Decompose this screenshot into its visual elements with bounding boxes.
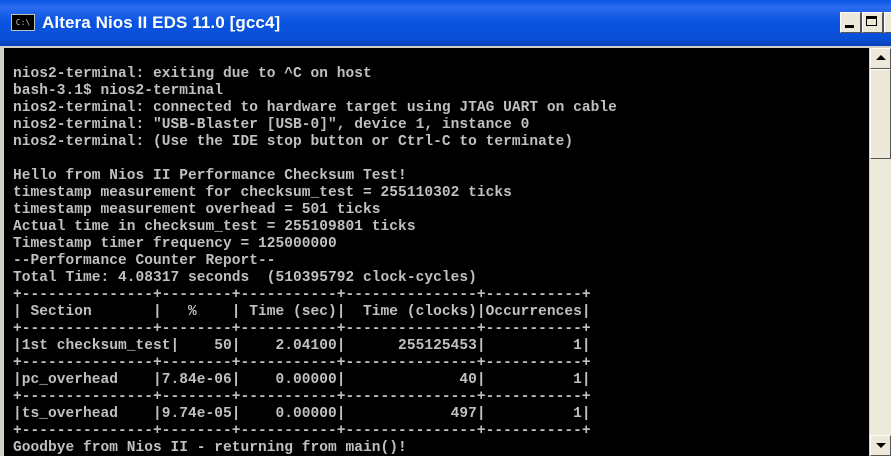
console-line: Actual time in checksum_test = 255109801… xyxy=(13,219,416,235)
console-line: Timestamp timer frequency = 125000000 xyxy=(13,236,337,252)
table-border: +---------------+--------+-----------+--… xyxy=(13,287,591,303)
scroll-thumb[interactable] xyxy=(870,69,891,159)
maximize-button[interactable] xyxy=(862,12,883,33)
table-border: +---------------+--------+-----------+--… xyxy=(13,321,591,337)
console-output[interactable]: nios2-terminal: exiting due to ^C on hos… xyxy=(4,48,869,456)
window-title: Altera Nios II EDS 11.0 [gcc4] xyxy=(42,13,281,32)
minimize-button[interactable] xyxy=(840,12,861,33)
terminal-window: C:\ Altera Nios II EDS 11.0 [gcc4] × nio… xyxy=(0,0,891,456)
console-line: timestamp measurement overhead = 501 tic… xyxy=(13,202,381,218)
table-border: +---------------+--------+-----------+--… xyxy=(13,355,591,371)
table-row: |ts_overhead |9.74e-05| 0.00000| 497| 1| xyxy=(13,406,591,422)
table-row: |pc_overhead |7.84e-06| 0.00000| 40| 1| xyxy=(13,372,591,388)
table-row: |1st checksum_test| 50| 2.04100| 2551254… xyxy=(13,338,591,354)
console-line: Goodbye from Nios II - returning from ma… xyxy=(13,440,407,456)
scroll-up-button[interactable] xyxy=(870,48,891,69)
title-bar[interactable]: C:\ Altera Nios II EDS 11.0 [gcc4] × xyxy=(0,0,891,46)
console-line: Total Time: 4.08317 seconds (510395792 c… xyxy=(13,270,477,286)
console-icon[interactable]: C:\ xyxy=(11,14,35,31)
console-line: nios2-terminal: (Use the IDE stop button… xyxy=(13,134,574,150)
close-button[interactable]: × xyxy=(884,12,891,33)
console-line: bash-3.1$ nios2-terminal xyxy=(13,83,224,99)
console-line: timestamp measurement for checksum_test … xyxy=(13,185,512,201)
table-header: | Section | % | Time (sec)| Time (clocks… xyxy=(13,304,591,320)
table-border: +---------------+--------+-----------+--… xyxy=(13,423,591,439)
scroll-down-button[interactable] xyxy=(870,435,891,456)
console-line: nios2-terminal: "USB-Blaster [USB-0]", d… xyxy=(13,117,530,133)
table-border: +---------------+--------+-----------+--… xyxy=(13,389,591,405)
vertical-scrollbar[interactable] xyxy=(870,48,891,456)
console-line: --Performance Counter Report-- xyxy=(13,253,276,269)
console-line: Hello from Nios II Performance Checksum … xyxy=(13,168,407,184)
console-line: nios2-terminal: exiting due to ^C on hos… xyxy=(13,66,372,82)
console-line: nios2-terminal: connected to hardware ta… xyxy=(13,100,617,116)
